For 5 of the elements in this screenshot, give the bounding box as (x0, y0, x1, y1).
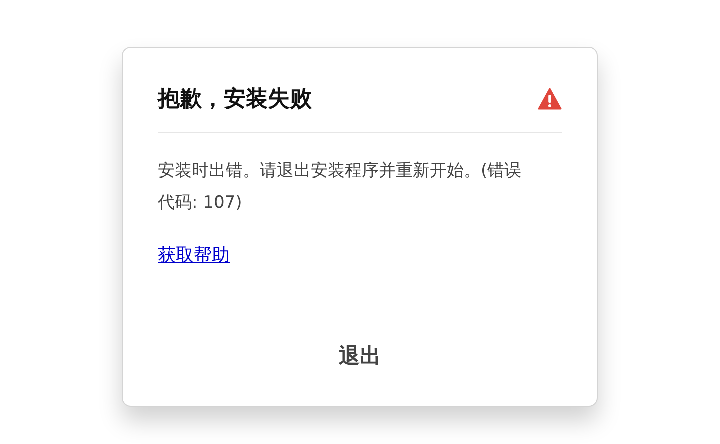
warning-icon (538, 88, 562, 110)
dialog-title: 抱歉，安装失败 (158, 86, 312, 114)
help-link[interactable]: 获取帮助 (158, 243, 230, 267)
error-message: 安装时出错。请退出安装程序并重新开始。(错误代码: 107) (158, 160, 523, 215)
quit-button[interactable]: 退出 (327, 338, 393, 374)
